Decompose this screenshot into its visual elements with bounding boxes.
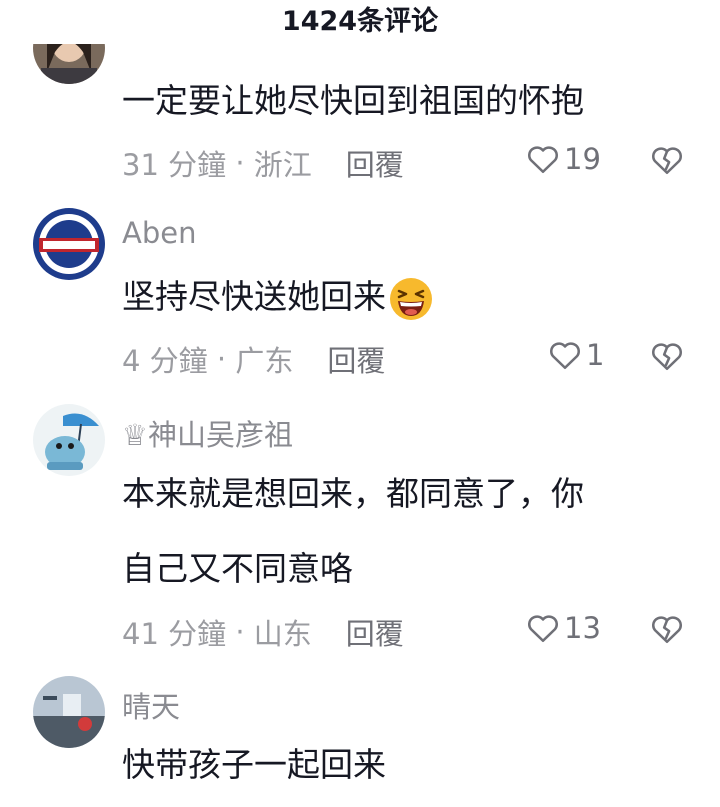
broken-heart-icon[interactable] (650, 613, 684, 645)
like-count: 1 (586, 338, 605, 372)
reply-button[interactable]: 回覆 (346, 142, 404, 184)
broken-heart-icon[interactable] (650, 144, 684, 176)
comment-text: 一定要让她尽快回到祖国的怀抱 (122, 81, 584, 120)
comment-time: 4 分鐘 (122, 344, 208, 378)
avatar[interactable] (33, 676, 105, 748)
heart-icon (550, 342, 580, 370)
like-button[interactable]: 19 (526, 142, 601, 176)
comment-location: 广东 (235, 344, 294, 378)
like-button[interactable]: 13 (526, 611, 601, 645)
heart-icon (528, 615, 558, 643)
comment-text: 本来就是想回来，都同意了，你 (122, 474, 584, 513)
reply-button[interactable]: 回覆 (346, 611, 404, 653)
comment-username[interactable]: ♕神山吴彦祖 (122, 412, 293, 454)
comment-meta: 31 分鐘 · 浙江 回覆 (122, 142, 404, 184)
reply-button[interactable]: 回覆 (327, 338, 385, 380)
comment-time: 31 分鐘 (122, 148, 227, 182)
comment-meta: 4 分鐘 · 广东 回覆 (122, 338, 385, 380)
like-button[interactable]: 1 (548, 338, 604, 372)
like-count: 19 (564, 142, 601, 176)
comment-time: 41 分鐘 (122, 617, 227, 651)
comment-username[interactable]: 晴天 (122, 684, 180, 726)
comment-meta: 41 分鐘 · 山东 回覆 (122, 611, 404, 653)
avatar[interactable] (33, 208, 105, 280)
heart-icon (528, 146, 558, 174)
comment-text: 快带孩子一起回来 (122, 745, 386, 784)
comment-location: 山东 (253, 617, 312, 651)
broken-heart-icon[interactable] (650, 340, 684, 372)
laughing-emoji-icon (390, 277, 432, 320)
comment-text: 坚持尽快送她回来 (122, 277, 386, 316)
comments-count-title: 1424条评论 (0, 0, 720, 44)
avatar[interactable] (33, 404, 105, 476)
comment-username[interactable]: Aben (122, 216, 196, 250)
like-count: 13 (564, 611, 601, 645)
comment-text-row: 坚持尽快送她回来 (122, 262, 434, 332)
comment-location: 浙江 (253, 148, 312, 182)
comment-text: 自己又不同意咯 (122, 549, 353, 588)
